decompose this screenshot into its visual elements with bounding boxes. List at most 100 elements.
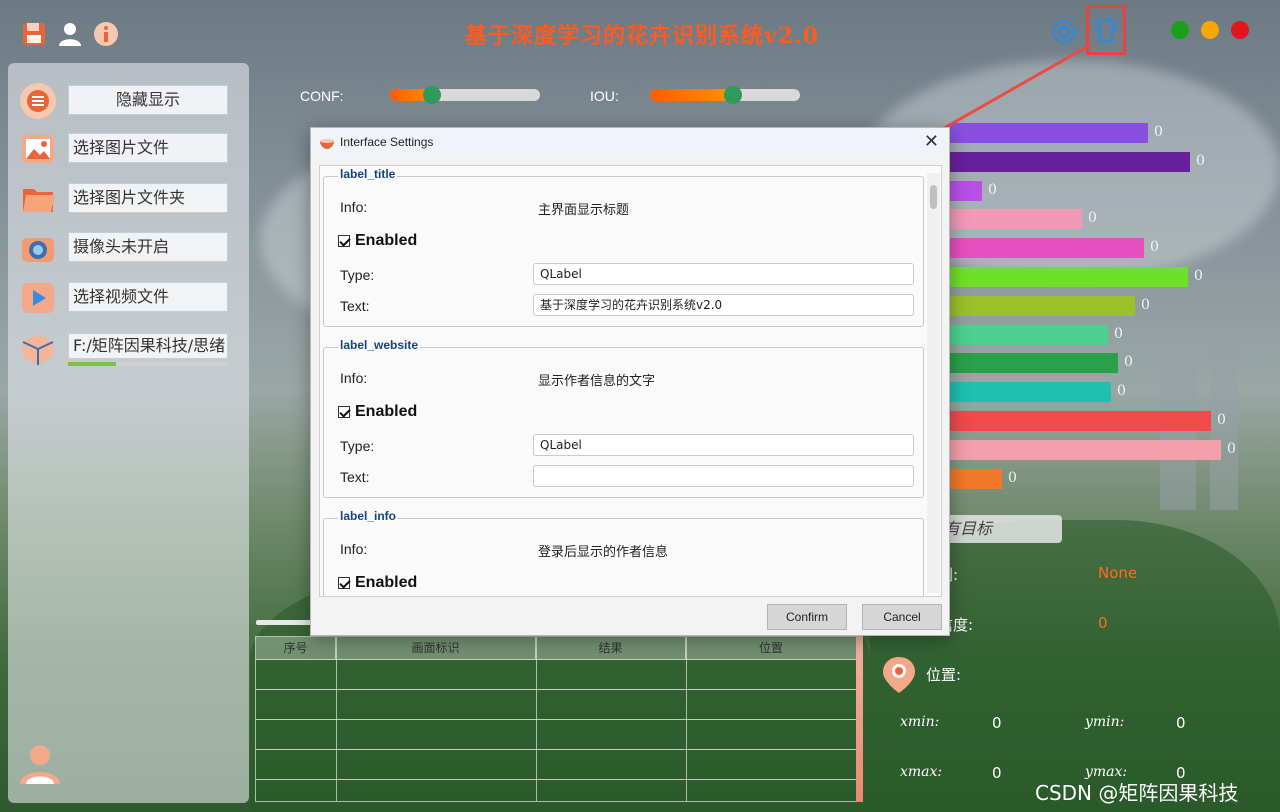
camera-icon bbox=[20, 230, 56, 266]
ymin-label: ymin: bbox=[1085, 714, 1125, 730]
select-folder-button[interactable]: 选择图片文件夹 bbox=[68, 183, 228, 213]
class-bar bbox=[950, 468, 1002, 489]
settings-scrollbar[interactable] bbox=[927, 173, 940, 593]
close-button[interactable] bbox=[1231, 21, 1249, 39]
sidebar-item-toggle[interactable]: 隐藏显示 bbox=[20, 83, 240, 119]
xmax-value: 0 bbox=[992, 764, 1002, 782]
class-bar-value: 0 bbox=[1217, 412, 1226, 428]
type-field[interactable]: QLabel bbox=[533, 263, 914, 285]
text-field[interactable] bbox=[533, 465, 914, 487]
table-row bbox=[256, 749, 862, 750]
xmin-value: 0 bbox=[992, 714, 1002, 732]
bowl-icon bbox=[319, 134, 335, 150]
class-bar-value: 0 bbox=[1154, 124, 1163, 140]
class-bar-value: 0 bbox=[1114, 325, 1123, 342]
class-bar-value: 0 bbox=[1196, 152, 1205, 169]
user-avatar-icon[interactable] bbox=[18, 742, 62, 786]
sidebar-item-video[interactable]: 选择视频文件 bbox=[20, 280, 240, 316]
xmax-label: xmax: bbox=[900, 764, 943, 780]
table-header-frame[interactable]: 画面标识 bbox=[336, 637, 536, 659]
class-bar-value: 0 bbox=[1141, 296, 1150, 313]
class-bar-value: 0 bbox=[1008, 469, 1017, 486]
image-icon bbox=[20, 131, 56, 167]
class-bar-value: 0 bbox=[1194, 268, 1203, 284]
class-bar-value: 0 bbox=[1227, 440, 1236, 457]
table-header-result[interactable]: 结果 bbox=[536, 637, 686, 659]
checkbox-checked-icon bbox=[338, 406, 350, 418]
type-label: Type: bbox=[340, 267, 375, 283]
class-bar bbox=[950, 238, 1144, 259]
dialog-close-icon[interactable]: ✕ bbox=[924, 131, 939, 152]
select-video-button[interactable]: 选择视频文件 bbox=[68, 282, 228, 312]
sidebar-item-folder[interactable]: 选择图片文件夹 bbox=[20, 181, 240, 217]
group-label-title: label_title Info: 主界面显示标题 Enabled Type: … bbox=[323, 167, 924, 327]
xmin-label: xmin: bbox=[900, 714, 940, 730]
camera-button[interactable]: 摄像头未开启 bbox=[68, 232, 228, 262]
position-label: 位置: bbox=[926, 666, 962, 684]
conf-slider-handle[interactable] bbox=[423, 86, 441, 104]
info-value: 显示作者信息的文字 bbox=[538, 374, 656, 389]
sidebar-item-model[interactable]: F:/矩阵因果科技/思绪 bbox=[20, 331, 240, 367]
class-bar-value: 0 bbox=[1088, 210, 1097, 227]
info-label: Info: bbox=[340, 199, 368, 215]
conf-label: CONF: bbox=[300, 88, 344, 104]
iou-slider[interactable] bbox=[650, 86, 800, 104]
class-bar bbox=[950, 295, 1135, 316]
minimize-button[interactable] bbox=[1201, 21, 1219, 39]
user-icon[interactable] bbox=[56, 20, 84, 48]
video-icon bbox=[20, 280, 56, 316]
app-title: 基于深度学习的花卉识别系统v2.0 bbox=[465, 23, 820, 49]
class-bar bbox=[950, 411, 1211, 431]
group-title: label_title bbox=[338, 167, 398, 181]
table-scrollbar[interactable] bbox=[856, 636, 863, 802]
group-label-info: label_info Info: 登录后显示的作者信息 Enabled bbox=[323, 509, 924, 596]
dialog-title-bar: Interface Settings ✕ bbox=[311, 128, 949, 156]
watermark: CSDN @矩阵因果科技 bbox=[1035, 781, 1239, 805]
class-bar-value: 0 bbox=[988, 181, 997, 198]
text-field[interactable]: 基于深度学习的花卉识别系统v2.0 bbox=[533, 294, 914, 316]
gear-icon[interactable] bbox=[1048, 16, 1080, 48]
group-label-website: label_website Info: 显示作者信息的文字 Enabled Ty… bbox=[323, 338, 924, 498]
iou-slider-handle[interactable] bbox=[723, 86, 742, 104]
theme-shirt-button[interactable] bbox=[1086, 5, 1126, 55]
enabled-checkbox[interactable]: Enabled bbox=[338, 403, 417, 421]
class-bar-value: 0 bbox=[1124, 354, 1133, 371]
iou-label: IOU: bbox=[590, 88, 619, 104]
ymin-value: 0 bbox=[1176, 714, 1186, 732]
model-path-button[interactable]: F:/矩阵因果科技/思绪 bbox=[68, 333, 228, 359]
type-field[interactable]: QLabel bbox=[533, 434, 914, 456]
enabled-checkbox[interactable]: Enabled bbox=[338, 232, 417, 250]
cancel-button[interactable]: Cancel bbox=[862, 604, 942, 630]
enabled-checkbox[interactable]: Enabled bbox=[338, 574, 417, 592]
table-row bbox=[256, 719, 862, 720]
class-bar bbox=[950, 439, 1221, 460]
settings-scroll-area[interactable]: label_title Info: 主界面显示标题 Enabled Type: … bbox=[319, 165, 942, 597]
toggle-display-button[interactable]: 隐藏显示 bbox=[68, 85, 228, 115]
table-col-divider bbox=[536, 637, 537, 801]
table-row bbox=[256, 689, 862, 690]
class-bar bbox=[950, 353, 1118, 374]
info-value: 主界面显示标题 bbox=[538, 203, 630, 218]
menu-icon bbox=[20, 83, 56, 119]
sidebar-item-image[interactable]: 选择图片文件 bbox=[20, 131, 240, 167]
conf-slider[interactable] bbox=[390, 86, 540, 104]
interface-settings-dialog: Interface Settings ✕ label_title Info: 主… bbox=[310, 127, 950, 636]
maximize-button[interactable] bbox=[1171, 21, 1189, 39]
table-header-position[interactable]: 位置 bbox=[686, 637, 856, 659]
confirm-button[interactable]: Confirm bbox=[767, 604, 847, 630]
table-row bbox=[256, 659, 862, 660]
sidebar-item-camera[interactable]: 摄像头未开启 bbox=[20, 230, 240, 266]
dialog-title: Interface Settings bbox=[340, 135, 434, 149]
results-table[interactable]: 序号 画面标识 结果 位置 bbox=[255, 636, 863, 802]
info-icon[interactable] bbox=[92, 20, 120, 48]
text-label: Text: bbox=[340, 298, 370, 314]
select-image-button[interactable]: 选择图片文件 bbox=[68, 133, 228, 163]
table-row bbox=[256, 779, 862, 780]
scrollbar-thumb[interactable] bbox=[930, 185, 937, 209]
save-icon[interactable] bbox=[20, 20, 48, 48]
group-title: label_website bbox=[338, 338, 421, 352]
class-bar bbox=[950, 382, 1111, 403]
text-label: Text: bbox=[340, 469, 370, 485]
sidebar: 隐藏显示 选择图片文件 选择图片文件夹 摄像头未开启 选择视频文件 F:/矩阵因… bbox=[8, 63, 249, 803]
table-header-index[interactable]: 序号 bbox=[256, 637, 336, 659]
